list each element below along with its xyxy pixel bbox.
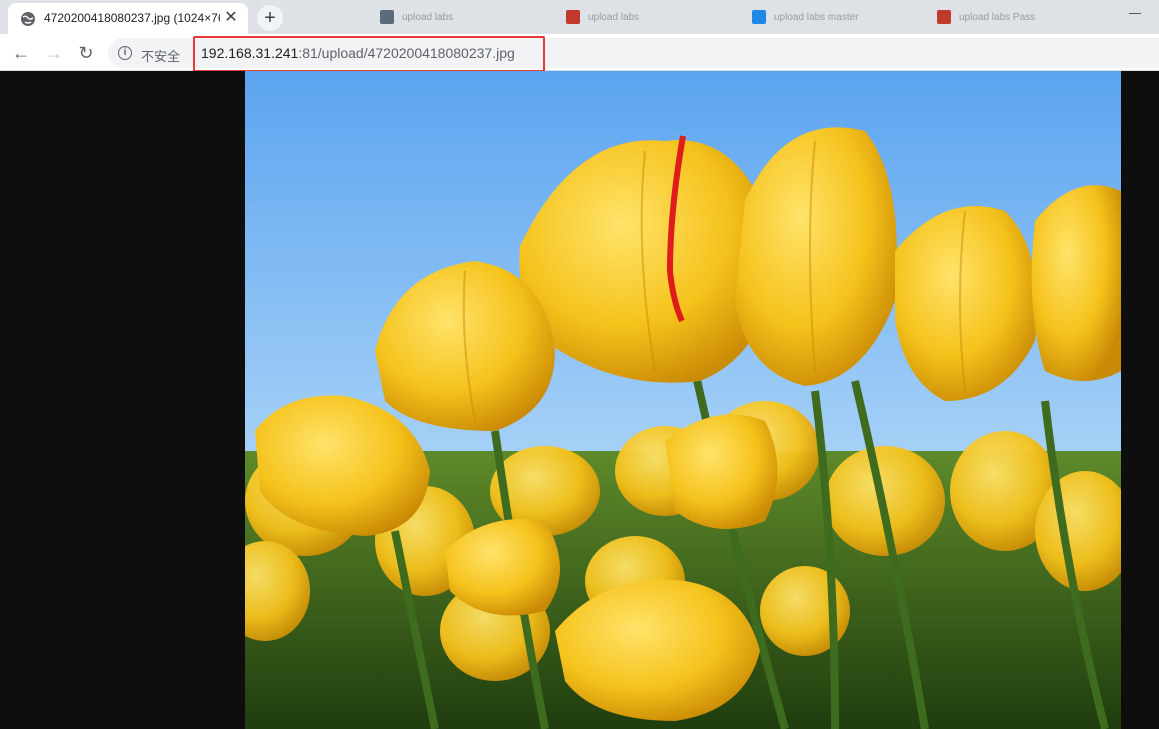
- info-icon[interactable]: i: [118, 46, 132, 60]
- forward-button[interactable]: →: [43, 42, 65, 64]
- tab-title: 4720200418080237.jpg (1024×768): [44, 11, 220, 25]
- pdf-icon: [937, 10, 951, 24]
- background-tab[interactable]: upload labs Pass: [937, 3, 1087, 31]
- security-label[interactable]: 不安全: [141, 46, 180, 65]
- globe-icon: [21, 12, 35, 26]
- background-tab[interactable]: upload labs: [380, 3, 530, 31]
- background-tab[interactable]: upload labs: [566, 3, 716, 31]
- new-tab-button[interactable]: +: [257, 5, 283, 31]
- annotation-highlight-box: [193, 36, 545, 72]
- tab-strip: 4720200418080237.jpg (1024×768) ✕ + uplo…: [0, 0, 1159, 34]
- background-tab-title: upload labs: [402, 12, 454, 23]
- background-tab-title: upload labs: [588, 12, 640, 23]
- background-tab[interactable]: [292, 3, 372, 31]
- document-icon: [380, 10, 394, 24]
- background-tab-title: upload labs master: [774, 12, 859, 23]
- pdf-icon: [566, 10, 580, 24]
- tulip-illustration: [245, 71, 1121, 729]
- image-viewport: [0, 71, 1159, 729]
- minimize-icon[interactable]: [1129, 13, 1141, 14]
- reload-button[interactable]: ↻: [75, 42, 97, 64]
- tulip-photo: [245, 71, 1121, 729]
- tab-active[interactable]: 4720200418080237.jpg (1024×768) ✕: [8, 3, 248, 34]
- back-button[interactable]: ←: [10, 42, 32, 64]
- background-tab-title: upload labs Pass: [959, 12, 1036, 23]
- toolbar: ← → ↻ i 不安全 192.168.31.241:81/upload/472…: [0, 34, 1159, 71]
- background-tab[interactable]: upload labs master: [752, 3, 912, 31]
- tab-close-icon[interactable]: ✕: [222, 9, 240, 27]
- folder-icon: [752, 10, 766, 24]
